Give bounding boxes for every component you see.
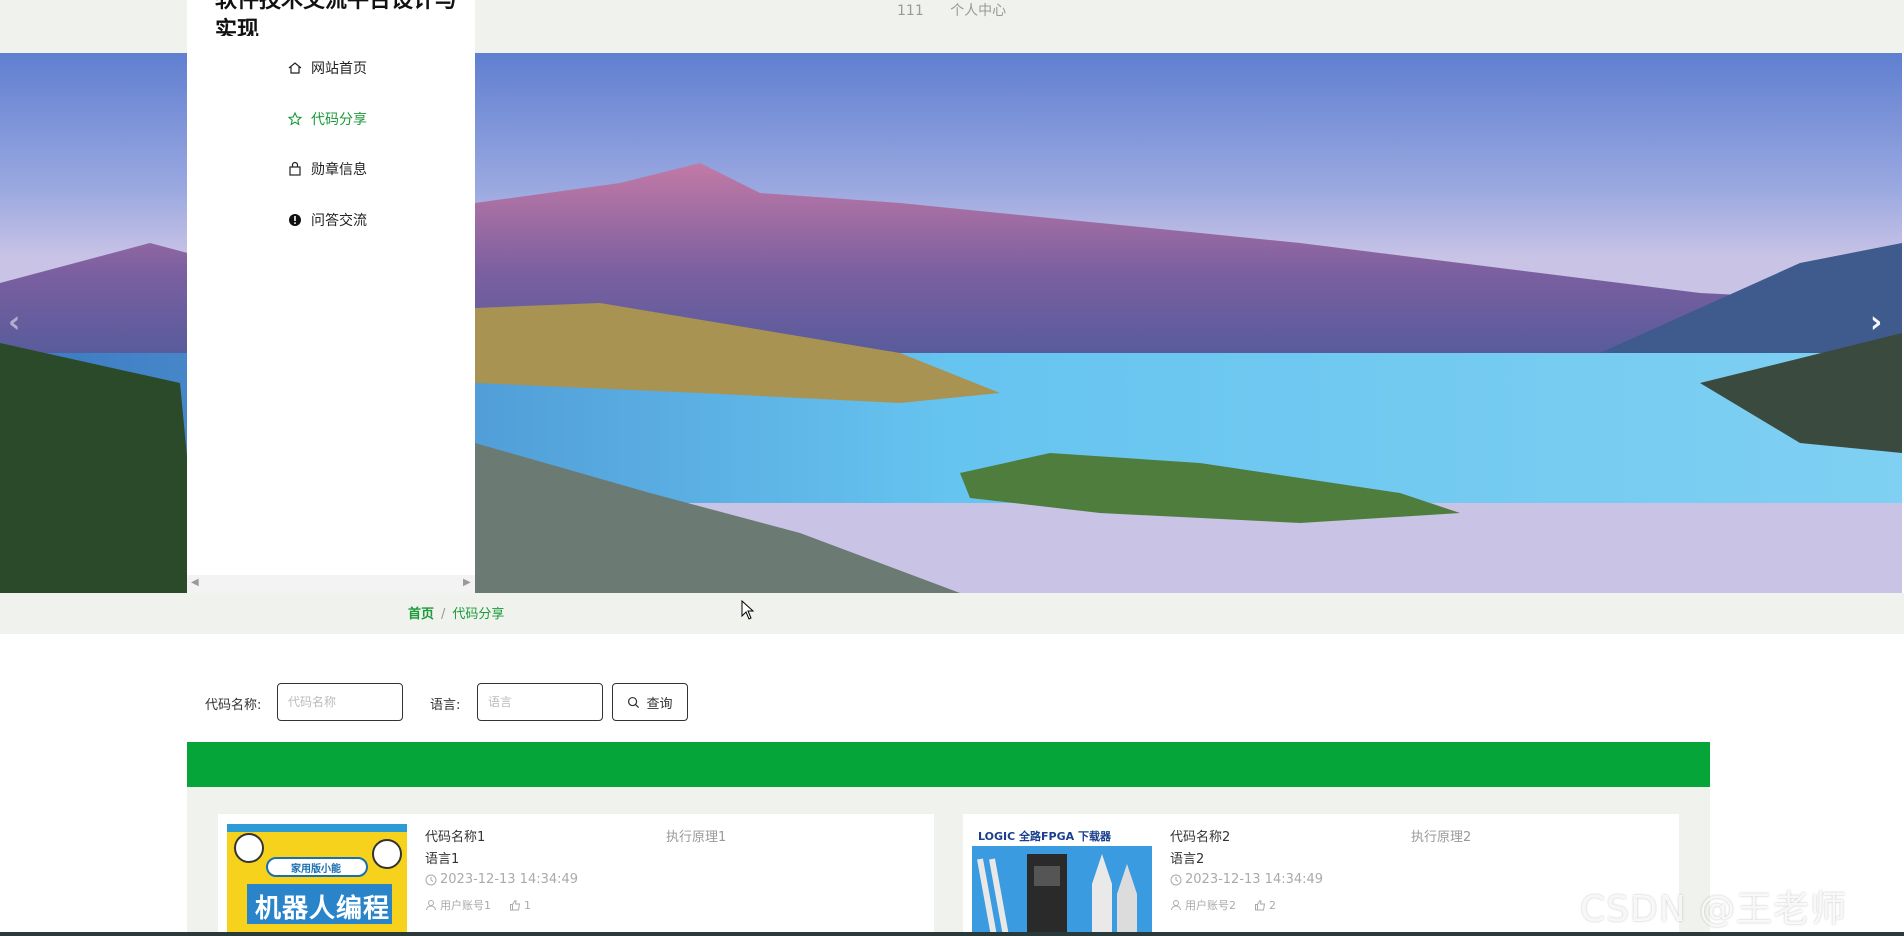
likes-value: 2 (1269, 898, 1276, 912)
search-button-label: 查询 (646, 696, 673, 712)
code-meta: 用户账号2 2 (1170, 897, 1276, 913)
search-icon (628, 696, 640, 708)
nav-item-qa[interactable]: 问答交流 (287, 209, 367, 231)
language-input[interactable] (477, 683, 603, 721)
search-form: 代码名称: 语言: 查询 (0, 683, 1904, 723)
thumb-title: LOGIC 全路FPGA 下载器 (978, 830, 1111, 843)
mouse-cursor-icon (741, 600, 755, 620)
breadcrumb-home[interactable]: 首页 (408, 607, 434, 622)
nav-item-label: 网站首页 (311, 61, 367, 77)
user-icon (426, 900, 436, 911)
likes-value: 1 (524, 898, 531, 912)
code-name[interactable]: 代码名称1 (425, 826, 485, 845)
code-meta: 用户账号1 1 (425, 897, 531, 913)
section-green-bar (187, 742, 1710, 787)
home-icon (288, 62, 302, 74)
code-principle: 执行原理1 (666, 830, 727, 845)
bag-icon (289, 161, 301, 176)
code-name[interactable]: 代码名称2 (1170, 826, 1230, 845)
language-label: 语言: (430, 698, 461, 713)
thumb-subtitle: 家用版小能 (291, 864, 341, 875)
code-thumbnail-robot[interactable]: 家用版小能 机器人编程 (227, 824, 407, 936)
likes-count: 2 (1254, 899, 1276, 912)
carousel-next-icon[interactable]: › (1870, 305, 1882, 340)
nav-item-code-share[interactable]: 代码分享 (287, 108, 367, 130)
nav-item-medals[interactable]: 勋章信息 (287, 158, 367, 180)
code-card[interactable]: LOGIC 全路FPGA 下载器 代码名称2 执行原理2 语言2 2023-12… (963, 814, 1679, 936)
code-time: 2023-12-13 14:34:49 (425, 872, 578, 887)
user-icon (1171, 900, 1181, 911)
star-icon (287, 111, 303, 126)
sidebar-horizontal-scrollbar[interactable]: ◀ ▶ (187, 575, 475, 593)
code-user: 用户账号2 (1185, 899, 1236, 912)
likes-count: 1 (509, 899, 531, 912)
site-title-text: 软件技术交流平台设计与实现 (215, 0, 458, 36)
username-link[interactable]: 111 (897, 3, 924, 19)
code-name-input[interactable] (277, 683, 403, 721)
code-user: 用户账号1 (440, 899, 491, 912)
clock-icon (425, 874, 437, 885)
thumbs-up-icon (510, 899, 521, 911)
breadcrumb-current: 代码分享 (452, 607, 505, 622)
breadcrumb: 首页 / 代码分享 (408, 603, 504, 622)
code-card[interactable]: 家用版小能 机器人编程 代码名称1 执行原理1 语言1 2023-12-13 1… (218, 814, 934, 936)
thumb-title: 机器人编程 (255, 894, 391, 924)
user-links: 111 个人中心 (897, 0, 1028, 20)
info-icon (289, 214, 301, 226)
scroll-right-icon[interactable]: ▶ (463, 577, 471, 588)
code-list: 家用版小能 机器人编程 代码名称1 执行原理1 语言1 2023-12-13 1… (187, 787, 1710, 936)
carousel-prev-icon[interactable]: ‹ (8, 305, 20, 340)
code-thumbnail-fpga[interactable]: LOGIC 全路FPGA 下载器 (972, 824, 1152, 936)
code-time-text: 2023-12-13 14:34:49 (1185, 872, 1324, 887)
nav-item-label: 勋章信息 (311, 162, 367, 178)
nav-item-label: 问答交流 (311, 213, 367, 229)
code-language: 语言2 (1170, 852, 1205, 867)
breadcrumb-band: 首页 / 代码分享 (0, 593, 1904, 634)
personal-center-link[interactable]: 个人中心 (950, 3, 1006, 19)
site-title: 软件技术交流平台设计与实现 (215, 0, 465, 36)
sidebar-nav: 软件技术交流平台设计与实现 网站首页 代码分享 勋章信息 问答交流 ◀ ▶ (187, 0, 475, 593)
csdn-watermark: CSDN @王老师160 (1580, 889, 1848, 936)
search-button[interactable]: 查询 (612, 683, 688, 721)
code-name-label: 代码名称: (205, 698, 262, 713)
code-time-text: 2023-12-13 14:34:49 (440, 872, 579, 887)
thumbs-up-icon (1255, 899, 1266, 911)
code-time: 2023-12-13 14:34:49 (1170, 872, 1323, 887)
scroll-left-icon[interactable]: ◀ (191, 577, 199, 588)
nav-item-label: 代码分享 (311, 112, 367, 128)
code-language: 语言1 (425, 852, 460, 867)
nav-item-home[interactable]: 网站首页 (287, 57, 367, 79)
code-principle: 执行原理2 (1411, 830, 1472, 845)
clock-icon (1170, 874, 1182, 885)
breadcrumb-separator: / (441, 607, 446, 622)
